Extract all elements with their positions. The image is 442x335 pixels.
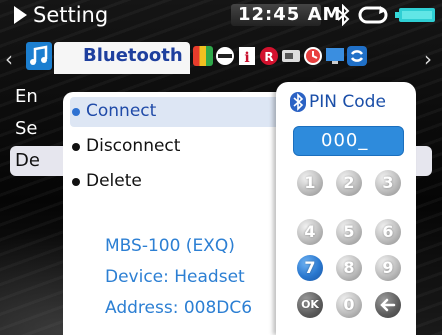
bullet-icon <box>72 143 80 151</box>
svg-text:R: R <box>264 50 273 64</box>
bullet-icon <box>72 178 80 186</box>
keypad-key-5[interactable]: 5 <box>336 219 362 245</box>
rotate-icon <box>358 6 388 24</box>
keypad-key-2[interactable]: 2 <box>336 170 362 196</box>
keypad-key-1[interactable]: 1 <box>297 170 323 196</box>
device-type: Device: Headset <box>105 267 245 287</box>
screen-title: Setting <box>33 3 109 27</box>
backspace-icon <box>380 298 396 312</box>
record-icon[interactable]: R <box>259 46 279 66</box>
clock-icon[interactable] <box>303 46 323 66</box>
tab-prev-arrow-icon[interactable]: ‹ <box>5 47 13 71</box>
storage-icon[interactable] <box>215 46 235 66</box>
bluetooth-status-icon <box>337 4 350 26</box>
screen-icon[interactable] <box>325 46 345 66</box>
keypad-key-0[interactable]: 0 <box>336 292 362 318</box>
device-name: MBS-100 (EXQ) <box>105 236 235 256</box>
music-icon[interactable] <box>26 42 52 70</box>
tab-next-arrow-icon[interactable]: › <box>424 47 432 71</box>
background-list-item-selected[interactable]: De <box>15 150 40 171</box>
pin-code-value: 000_ <box>321 130 369 151</box>
info-icon[interactable]: i <box>237 46 257 66</box>
menu-item-delete[interactable]: Delete <box>86 171 142 191</box>
background-list-item[interactable]: Se <box>15 118 38 139</box>
keypad-ok-button[interactable]: OK <box>297 292 323 318</box>
tab-bluetooth-label: Bluetooth <box>83 45 183 66</box>
keypad-key-4[interactable]: 4 <box>297 219 323 245</box>
keypad-backspace-button[interactable] <box>375 292 401 318</box>
selected-bullet-icon <box>72 108 80 116</box>
keypad-key-6[interactable]: 6 <box>375 219 401 245</box>
background-list-item[interactable]: En <box>15 86 38 107</box>
clock: 12:45 AM <box>238 4 342 25</box>
refresh-icon[interactable] <box>347 46 367 66</box>
keypad-key-9[interactable]: 9 <box>375 255 401 281</box>
pin-code-title: PIN Code <box>309 92 386 112</box>
card-icon[interactable] <box>281 46 301 66</box>
menu-item-disconnect[interactable]: Disconnect <box>86 136 180 156</box>
device-address: Address: 008DC6 <box>105 298 253 318</box>
play-arrow-icon <box>14 6 27 24</box>
status-bar: Setting 12:45 AM <box>0 0 442 32</box>
svg-text:i: i <box>244 50 249 66</box>
keypad-key-7[interactable]: 7 <box>297 255 323 281</box>
bluetooth-icon <box>290 92 306 112</box>
menu-item-connect[interactable]: Connect <box>86 101 156 121</box>
battery-icon <box>395 8 435 22</box>
keypad-key-8[interactable]: 8 <box>336 255 362 281</box>
display-icon[interactable] <box>193 46 213 66</box>
keypad-key-3[interactable]: 3 <box>375 170 401 196</box>
